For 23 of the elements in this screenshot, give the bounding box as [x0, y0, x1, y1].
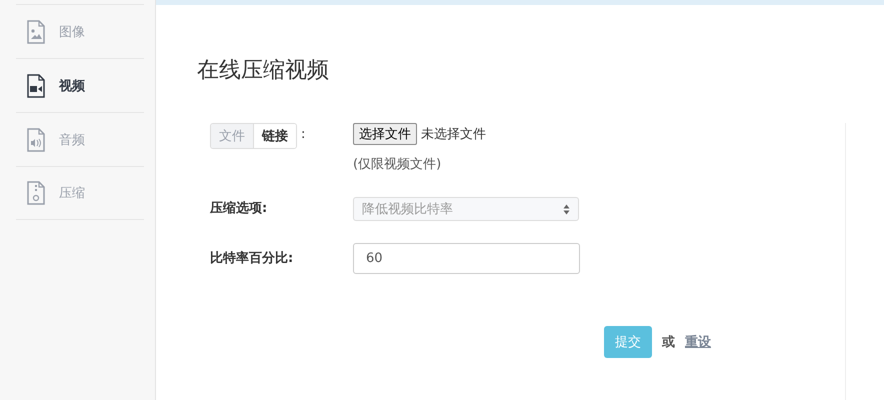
sidebar-item[interactable]: 视频 — [16, 58, 144, 112]
bitrate-input[interactable]: 60 — [353, 243, 580, 274]
zip-file-icon — [26, 181, 46, 205]
file-status: 未选择文件 — [421, 127, 486, 142]
video-file-icon — [26, 74, 46, 98]
audio-file-icon — [26, 128, 46, 152]
source-tab[interactable]: 文件 — [211, 124, 253, 148]
sidebar-item[interactable]: 压缩 — [16, 166, 144, 220]
submit-button[interactable]: 提交 — [604, 326, 652, 358]
or-text: 或 — [662, 334, 675, 351]
field-label: 比特率百分比: — [210, 251, 294, 266]
sort-caret-icon — [563, 204, 570, 214]
image-file-icon — [26, 20, 46, 44]
sidebar-item[interactable]: 音频 — [16, 112, 144, 166]
choose-file-button[interactable]: 选择文件 — [353, 123, 417, 145]
sidebar-item[interactable]: 图像 — [16, 4, 144, 58]
field-label: 压缩选项: — [210, 201, 268, 216]
page-title: 在线压缩视频 — [197, 57, 330, 85]
source-tab[interactable]: 链接 — [253, 124, 296, 148]
colon: : — [301, 127, 306, 142]
file-hint: (仅限视频文件) — [353, 156, 442, 173]
reset-link[interactable]: 重设 — [685, 333, 711, 351]
compress-option-select[interactable]: 降低视频比特率 — [353, 197, 579, 221]
